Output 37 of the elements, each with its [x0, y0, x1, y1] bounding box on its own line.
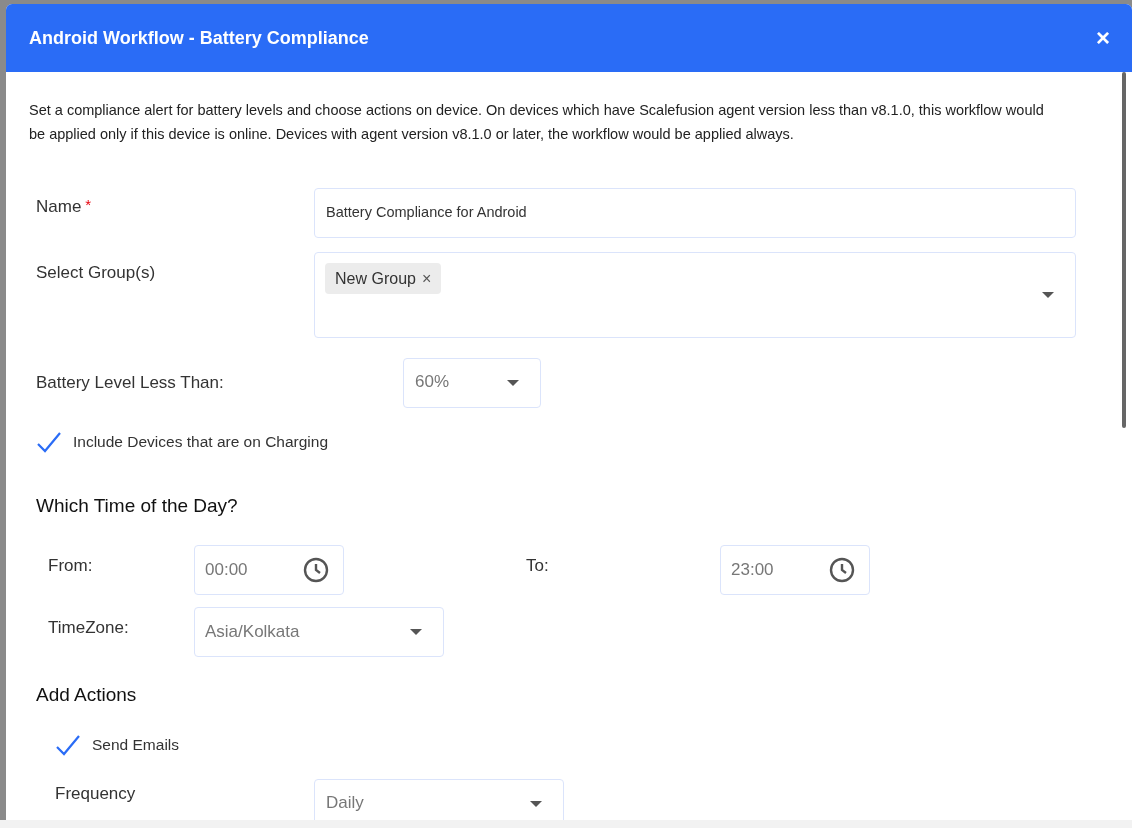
- field-label: Name: [36, 196, 82, 218]
- caret-icon: [409, 627, 423, 636]
- checkbox-label: Include Devices that are on Charging: [73, 432, 329, 453]
- time-value: 00:00: [205, 558, 248, 581]
- field-label: Select Group(s): [36, 263, 156, 282]
- select-value: 60%: [415, 371, 450, 393]
- clock-icon: [829, 556, 855, 583]
- name-input[interactable]: Battery Compliance for Android: [314, 188, 1076, 238]
- remove-tag-button[interactable]: ×: [421, 266, 432, 291]
- caret-icon: [506, 379, 520, 387]
- close-button[interactable]: ×: [1096, 26, 1110, 50]
- field-label: Battery Level Less Than:: [36, 373, 224, 393]
- section-heading: Add Actions: [35, 682, 138, 707]
- checkbox-label: Send Emails: [92, 735, 179, 756]
- scrollbar[interactable]: [1122, 72, 1126, 428]
- time-input[interactable]: 00:00: [194, 544, 344, 595]
- required-mark: *: [85, 195, 92, 215]
- dialog-title: Android Workflow - Battery Compliance: [29, 26, 369, 50]
- caret-icon: [529, 800, 543, 808]
- caret-icon: [1041, 291, 1055, 299]
- section-heading: Which Time of the Day?: [35, 494, 239, 518]
- field-label: TimeZone:: [48, 617, 129, 637]
- battery-level-select[interactable]: 60%: [403, 358, 541, 408]
- field-label: Frequency: [55, 784, 136, 803]
- time-value: 23:00: [731, 558, 774, 581]
- description: Set a compliance alert for battery levels and choose actions on device. On devices which have Scalefusion agent version less than v8.1.0, this workflow would be applied only if this device is online. Devices with agent version v8.1.0 or later, the workflow would be applied always.: [28, 101, 1045, 144]
- group-select[interactable]: New Group ×: [314, 252, 1076, 338]
- select-value: Daily: [326, 792, 364, 814]
- field-label: From:: [48, 555, 93, 575]
- field-label: To:: [526, 555, 549, 575]
- time-input[interactable]: 23:00: [720, 544, 870, 595]
- checkbox[interactable]: [36, 430, 62, 454]
- clock-icon: [303, 556, 329, 583]
- timezone-select[interactable]: Asia/Kolkata: [194, 606, 444, 657]
- checkbox[interactable]: [55, 733, 81, 757]
- select-value: Asia/Kolkata: [205, 620, 300, 643]
- tag-label: New Group: [335, 268, 416, 289]
